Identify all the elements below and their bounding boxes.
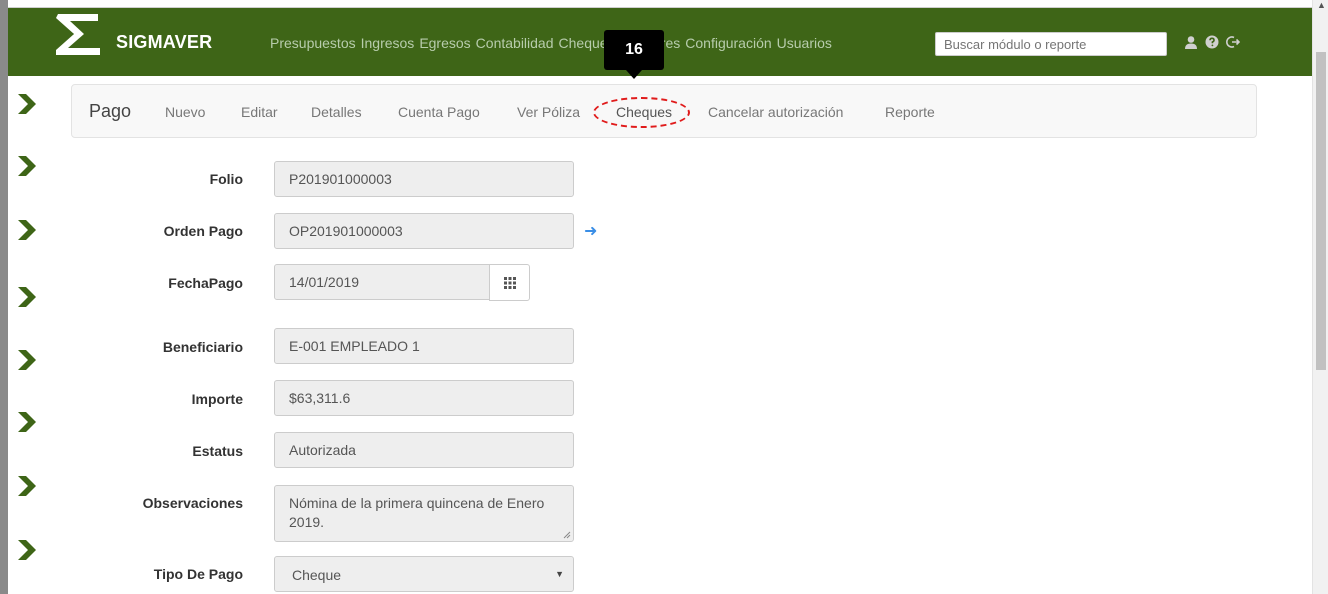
- step-callout-badge: 16: [604, 30, 664, 79]
- estatus-field[interactable]: Autorizada: [274, 432, 574, 468]
- folio-field[interactable]: P201901000003: [274, 161, 574, 197]
- dropdown-caret-icon: ▼: [555, 569, 564, 579]
- question-icon[interactable]: [1205, 35, 1219, 49]
- window-top-border: [8, 0, 1312, 8]
- estatus-label: Estatus: [192, 443, 243, 459]
- orden-pago-label: Orden Pago: [163, 223, 243, 239]
- subnav-item-ver-poliza[interactable]: Ver Póliza: [517, 104, 580, 120]
- chevron-right-icon[interactable]: [18, 94, 36, 114]
- arrow-right-icon[interactable]: ➜: [584, 221, 597, 241]
- tipo-pago-value: Cheque: [292, 567, 342, 583]
- scroll-up-arrow-icon[interactable]: ▲: [1317, 0, 1326, 10]
- menu-item-contabilidad[interactable]: Contabilidad: [476, 35, 554, 51]
- beneficiario-label: Beneficiario: [162, 339, 243, 355]
- menu-item-usuarios[interactable]: Usuarios: [777, 35, 832, 51]
- folio-label: Folio: [209, 171, 243, 187]
- fecha-pago-label: FechaPago: [168, 275, 243, 291]
- logout-icon[interactable]: [1226, 35, 1240, 49]
- navbar-icons: [1184, 35, 1240, 49]
- resize-handle-icon[interactable]: [563, 531, 571, 539]
- subnav-item-reporte[interactable]: Reporte: [885, 104, 935, 120]
- calendar-button[interactable]: [489, 264, 530, 301]
- menu-item-presupuestos[interactable]: Presupuestos: [270, 35, 356, 51]
- importe-label: Importe: [191, 391, 243, 407]
- orden-pago-field[interactable]: OP201901000003: [274, 213, 574, 249]
- subnav-item-cancelar-autorizacion[interactable]: Cancelar autorización: [708, 104, 843, 120]
- fecha-pago-field[interactable]: 14/01/2019: [274, 264, 490, 300]
- subnav-item-nuevo[interactable]: Nuevo: [165, 104, 205, 120]
- observaciones-text: Nómina de la primera quincena de Enero 2…: [289, 495, 545, 530]
- sigmaver-logo-icon[interactable]: [56, 12, 104, 58]
- observaciones-label: Observaciones: [142, 495, 243, 511]
- subnav-item-cuenta-pago[interactable]: Cuenta Pago: [398, 104, 480, 120]
- menu-item-configuracion[interactable]: Configuración: [685, 35, 771, 51]
- brand-name[interactable]: SIGMAVER: [116, 32, 212, 53]
- page-title: Pago: [89, 101, 132, 121]
- user-icon[interactable]: [1184, 35, 1198, 49]
- menu-item-ingresos[interactable]: Ingresos: [361, 35, 415, 51]
- vertical-scrollbar[interactable]: ▲: [1312, 0, 1328, 594]
- main-menu: Presupuestos Ingresos Egresos Contabilid…: [270, 35, 832, 51]
- chevron-right-icon[interactable]: [18, 412, 36, 432]
- chevron-right-icon[interactable]: [18, 540, 36, 560]
- observaciones-textarea[interactable]: Nómina de la primera quincena de Enero 2…: [274, 485, 574, 542]
- subnav-item-detalles[interactable]: Detalles: [311, 104, 362, 120]
- menu-item-egresos[interactable]: Egresos: [419, 35, 470, 51]
- highlight-ellipse: [593, 97, 690, 128]
- search-input[interactable]: [935, 32, 1167, 56]
- chevron-right-icon[interactable]: [18, 476, 36, 496]
- beneficiario-field[interactable]: E-001 EMPLEADO 1: [274, 328, 574, 364]
- tipo-pago-select[interactable]: Cheque ▼: [274, 556, 574, 592]
- scrollbar-thumb[interactable]: [1316, 52, 1326, 370]
- importe-field[interactable]: $63,311.6: [274, 380, 574, 416]
- calendar-grid-icon: [503, 276, 516, 289]
- tipo-pago-label: Tipo De Pago: [153, 566, 243, 582]
- subnav-item-editar[interactable]: Editar: [241, 104, 278, 120]
